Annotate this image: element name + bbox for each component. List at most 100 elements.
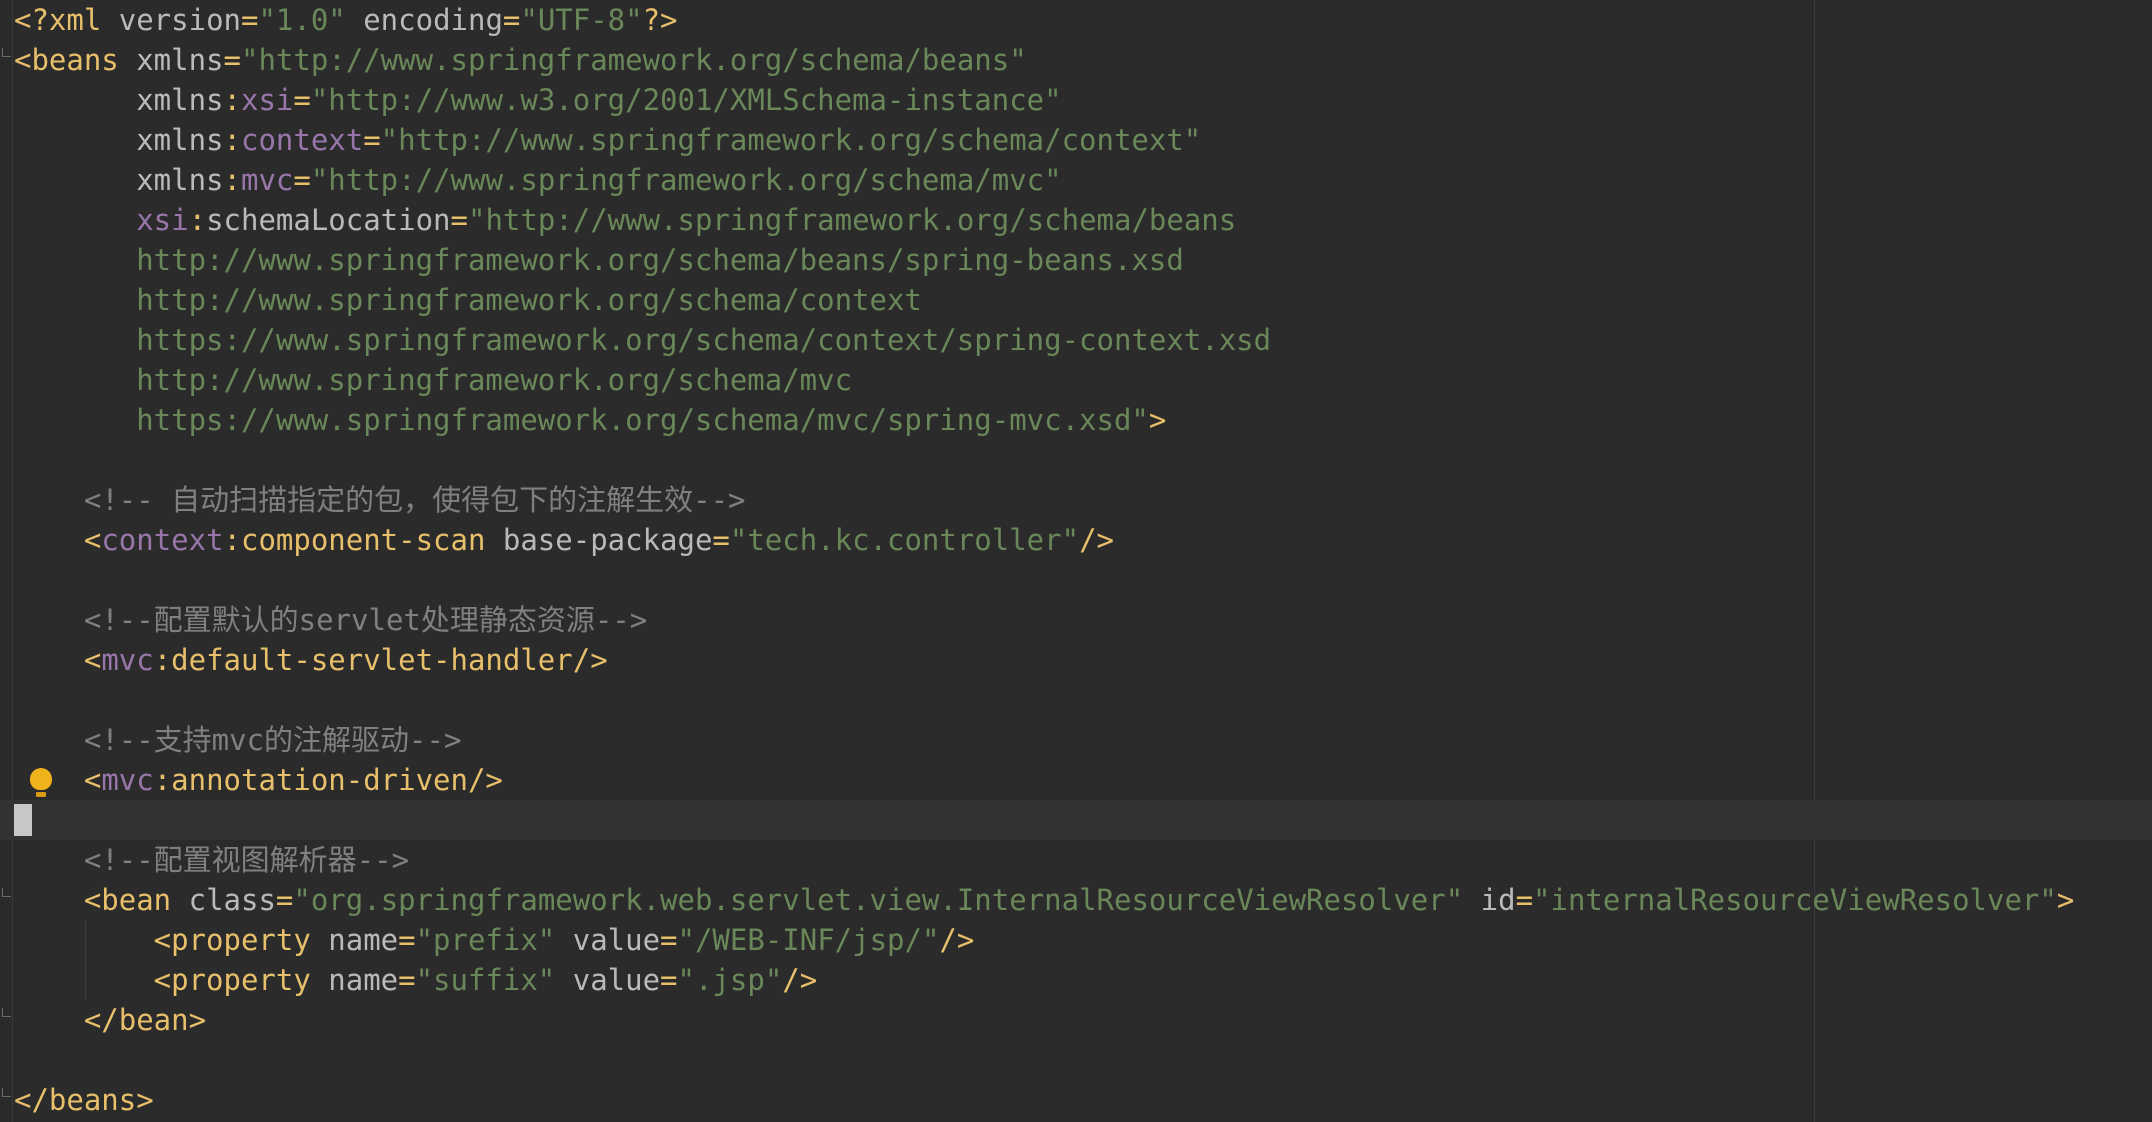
code-token: < [14,763,102,797]
code-token: "http://www.springframework.org/schema/c… [380,123,1202,157]
code-token: value [555,963,661,997]
code-token: "1.0" [258,3,346,37]
code-token: :default-servlet-handler/> [153,643,608,677]
code-token: < [14,643,102,677]
code-line[interactable]: https://www.springframework.org/schema/m… [14,400,2074,440]
code-token: <!--配置默认的servlet处理静态资源--> [14,603,648,637]
code-token: <?xml [14,3,119,37]
code-token: </beans> [14,1083,154,1117]
code-token: "prefix" [415,923,556,957]
code-line[interactable]: </bean> [14,1000,2074,1040]
code-token: /> [939,923,975,957]
code-line[interactable]: <!--支持mvc的注解驱动--> [14,720,2074,760]
code-line[interactable]: xsi:schemaLocation="http://www.springfra… [14,200,2074,240]
code-token: </bean> [14,1003,207,1037]
code-line[interactable]: http://www.springframework.org/schema/mv… [14,360,2074,400]
code-token: "http://www.springframework.org/schema/m… [310,163,1062,197]
code-line[interactable] [14,560,2074,600]
code-token: = [223,43,241,77]
code-line[interactable]: xmlns:context="http://www.springframewor… [14,120,2074,160]
code-token: < [14,523,102,557]
code-token: = [398,923,416,957]
fold-marker-icon[interactable] [2,1008,11,1017]
code-token: = [712,523,730,557]
fold-marker-icon[interactable] [2,48,11,57]
code-line[interactable]: <property name="prefix" value="/WEB-INF/… [14,920,2074,960]
code-line[interactable]: http://www.springframework.org/schema/be… [14,240,2074,280]
code-line[interactable]: </beans> [14,1080,2074,1120]
code-token: schemaLocation [206,203,451,237]
code-line[interactable]: <property name="suffix" value=".jsp"/> [14,960,2074,1000]
code-token: :component-scan [223,523,503,557]
code-line[interactable]: <!--配置视图解析器--> [14,840,2074,880]
code-token: encoding [345,3,503,37]
code-line[interactable]: <!-- 自动扫描指定的包，使得包下的注解生效--> [14,480,2074,520]
code-token: <property [14,923,329,957]
code-token: = [398,963,416,997]
code-token: = [363,123,381,157]
code-token: https://www.springframework.org/schema/c… [14,323,1272,357]
code-token: : [223,83,241,117]
code-token: xsi [240,83,294,117]
code-token: > [2056,883,2075,917]
code-line[interactable]: http://www.springframework.org/schema/co… [14,280,2074,320]
code-token: xmlns [14,123,224,157]
code-token: = [660,923,678,957]
code-token: xmlns [14,83,224,117]
code-line[interactable]: <mvc:annotation-driven/> [14,760,2074,800]
code-line[interactable]: xmlns:xsi="http://www.w3.org/2001/XMLSch… [14,80,2074,120]
code-line[interactable] [14,800,2074,840]
code-line[interactable] [14,440,2074,480]
editor-gutter[interactable] [0,0,13,1122]
code-token: "http://www.springframework.org/schema/b… [241,43,1027,77]
fold-marker-icon[interactable] [2,888,11,897]
code-token: "internalResourceViewResolver" [1533,883,2057,917]
code-token: mvc [101,763,154,797]
code-token: xsi [14,203,189,237]
code-token: : [188,203,207,237]
code-token: = [293,163,311,197]
code-token: value [555,923,661,957]
code-token: mvc [101,643,154,677]
code-token: http://www.springframework.org/schema/co… [14,283,922,317]
code-token: mvc [240,163,294,197]
code-token: ".jsp" [677,963,783,997]
code-line[interactable]: <!--配置默认的servlet处理静态资源--> [14,600,2074,640]
code-token: xmlns [136,43,224,77]
code-token: = [293,83,311,117]
code-token: name [328,923,399,957]
code-token: "/WEB-INF/jsp/" [677,923,940,957]
code-token: <!-- 自动扫描指定的包，使得包下的注解生效--> [14,483,746,517]
code-line[interactable] [14,1040,2074,1080]
code-line[interactable]: <beans xmlns="http://www.springframework… [14,40,2074,80]
code-token: context [101,523,224,557]
code-token: = [450,203,468,237]
code-text[interactable]: <?xml version="1.0" encoding="UTF-8"?> <b… [14,0,2074,1120]
code-token: id [1463,883,1516,917]
code-token: "http://www.springframework.org/schema/b… [467,203,1237,237]
code-token: /> [1079,523,1114,557]
code-token: > [1148,403,1167,437]
code-line[interactable]: https://www.springframework.org/schema/c… [14,320,2074,360]
code-line[interactable] [14,680,2074,720]
fold-marker-icon[interactable] [2,1088,11,1097]
code-token: http://www.springframework.org/schema/mv… [14,363,853,397]
code-line[interactable]: <bean class="org.springframework.web.ser… [14,880,2074,920]
code-token: "org.springframework.web.servlet.view.In… [293,883,1464,917]
code-token: <property [14,963,329,997]
code-line[interactable]: <?xml version="1.0" encoding="UTF-8"?> [14,0,2074,40]
code-line[interactable]: <context:component-scan base-package="te… [14,520,2074,560]
code-token: "UTF-8" [520,3,643,37]
code-token: http://www.springframework.org/schema/be… [14,243,1184,277]
code-token: = [240,3,259,37]
code-editor[interactable]: <?xml version="1.0" encoding="UTF-8"?> <b… [0,0,2152,1122]
code-token: = [502,3,521,37]
code-token: class [188,883,276,917]
code-line[interactable]: <mvc:default-servlet-handler/> [14,640,2074,680]
code-token: <bean [14,883,189,917]
code-line[interactable]: xmlns:mvc="http://www.springframework.or… [14,160,2074,200]
code-token: /> [782,963,818,997]
code-token: "tech.kc.controller" [729,523,1080,557]
code-token: "http://www.w3.org/2001/XMLSchema-instan… [310,83,1062,117]
code-token: <!--配置视图解析器--> [14,843,410,877]
